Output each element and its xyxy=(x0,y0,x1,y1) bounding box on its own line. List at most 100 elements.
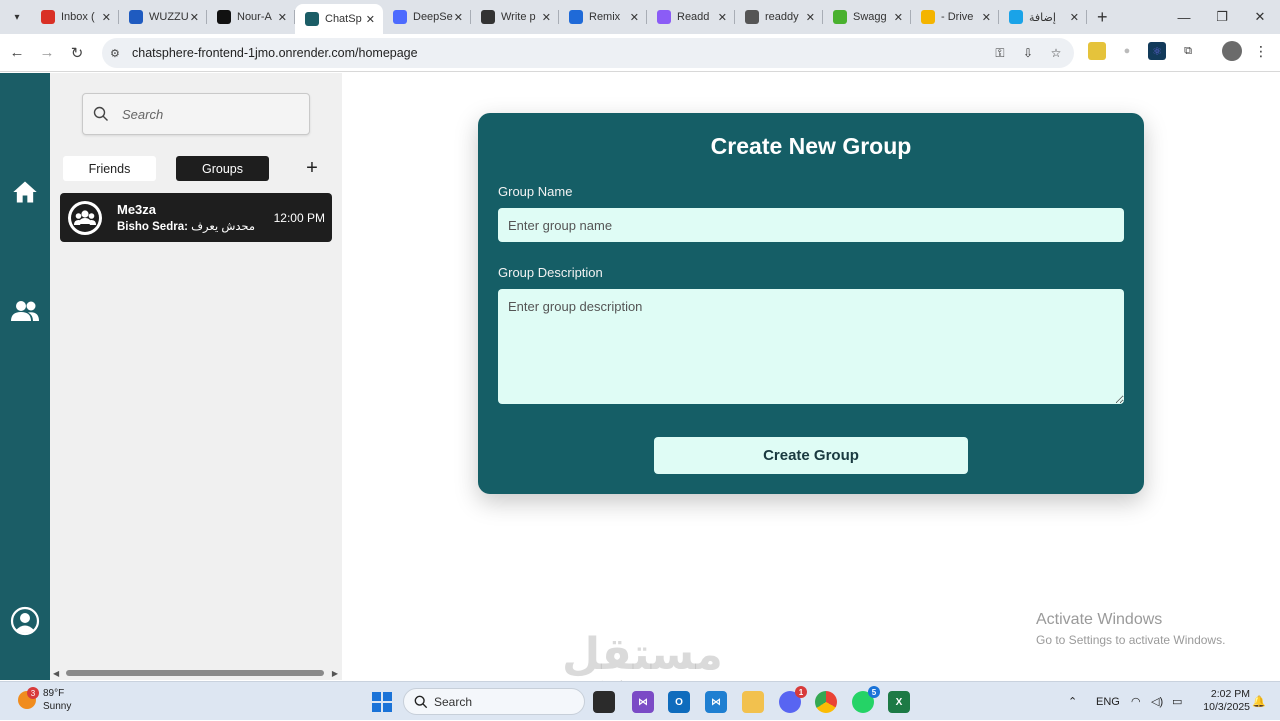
back-button[interactable]: ← xyxy=(4,40,30,66)
scroll-left-icon[interactable]: ◀ xyxy=(53,669,59,678)
extension-folder-icon[interactable] xyxy=(1088,42,1106,60)
browser-tab[interactable]: readdy ✕ xyxy=(735,0,823,34)
forward-button[interactable]: → xyxy=(34,40,60,66)
extensions-puzzle-icon[interactable]: ⧉ xyxy=(1179,42,1197,60)
watermark-text: مستقل xyxy=(562,629,723,680)
chat-list-item[interactable]: Me3za Bisho Sedra: محدش يعرف 12:00 PM xyxy=(60,193,332,242)
tab-groups[interactable]: Groups xyxy=(176,156,269,181)
battery-icon[interactable]: ▭ xyxy=(1172,682,1182,721)
browser-tab[interactable]: - Drive ✕ xyxy=(911,0,999,34)
search-input[interactable] xyxy=(122,106,292,122)
home-icon[interactable] xyxy=(10,177,40,207)
browser-menu-icon[interactable]: ⋮ xyxy=(1252,42,1270,60)
temperature: 89°F xyxy=(43,688,65,699)
taskbar-search[interactable]: Search xyxy=(403,688,585,715)
reload-button[interactable]: ↻ xyxy=(64,40,90,66)
gmail-icon xyxy=(41,10,55,24)
site-info-icon[interactable]: ⚙ xyxy=(110,47,126,60)
activate-subtitle: Go to Settings to activate Windows. xyxy=(1036,633,1226,647)
browser-tab[interactable]: ChatSp ✕ xyxy=(295,4,383,34)
visual-studio-icon[interactable]: ⋈ xyxy=(632,691,654,713)
close-tab-icon[interactable]: ✕ xyxy=(366,13,375,26)
tab-strip: Inbox (✕ WUZZU ✕ Nour-A ✕ ChatSp ✕ DeepSe ✕ Write… xyxy=(31,0,1087,34)
create-group-button[interactable]: Create Group xyxy=(654,437,968,474)
browser-tab[interactable]: Readd ✕ xyxy=(647,0,735,34)
terminal-icon[interactable] xyxy=(593,691,615,713)
weather-widget[interactable]: 3 89°F Sunny xyxy=(18,687,71,713)
nav-rail xyxy=(0,73,50,680)
browser-tab[interactable]: Remix ✕ xyxy=(559,0,647,34)
file-explorer-icon[interactable] xyxy=(742,691,764,713)
close-tab-icon[interactable]: ✕ xyxy=(894,11,903,24)
horizontal-scrollbar[interactable]: ◀ ▶ xyxy=(50,667,342,680)
outlook-icon[interactable]: O xyxy=(668,691,690,713)
chrome-icon[interactable] xyxy=(815,691,837,713)
close-tab-icon[interactable]: ✕ xyxy=(630,11,639,24)
close-tab-icon[interactable]: ✕ xyxy=(718,11,727,24)
tab-search-menu-button[interactable]: ▾ xyxy=(7,7,27,27)
taskbar-search-icon xyxy=(414,695,428,708)
globe-icon xyxy=(745,10,759,24)
close-tab-icon[interactable]: ✕ xyxy=(190,11,199,24)
chatgpt-icon xyxy=(481,10,495,24)
notification-bell-icon[interactable]: 🔔 xyxy=(1252,682,1266,721)
browser-tab[interactable]: Inbox (✕ xyxy=(31,0,119,34)
group-description-textarea[interactable] xyxy=(498,289,1124,404)
browser-tab-label: readdy xyxy=(765,11,799,23)
close-tab-icon[interactable]: ✕ xyxy=(542,11,551,24)
search-icon xyxy=(93,106,108,121)
omnibox[interactable]: ⚙ chatsphere-frontend-1jmo.onrender.com/… xyxy=(102,38,1074,68)
chatsphere-icon xyxy=(305,12,319,26)
browser-tab[interactable]: DeepSe ✕ xyxy=(383,0,471,34)
close-tab-icon[interactable]: ✕ xyxy=(454,11,463,24)
bookmark-star-icon[interactable]: ☆ xyxy=(1048,45,1064,61)
tab-friends[interactable]: Friends xyxy=(63,156,156,181)
close-window-button[interactable]: ✕ xyxy=(1240,0,1280,34)
windows-taskbar: 3 89°F Sunny Search ⋈ O ⋈ 1 5 X ⌃ ENG ◠ … xyxy=(0,681,1280,720)
profile-avatar[interactable] xyxy=(1222,41,1242,61)
close-tab-icon[interactable]: ✕ xyxy=(806,11,815,24)
group-name-input[interactable] xyxy=(498,208,1124,242)
chat-message-text: محدش يعرف xyxy=(191,221,256,233)
volume-icon[interactable]: ◁) xyxy=(1151,682,1163,721)
password-key-icon[interactable]: ⚿ xyxy=(992,45,1008,61)
language-indicator[interactable]: ENG xyxy=(1096,682,1120,721)
tray-overflow-icon[interactable]: ⌃ xyxy=(1068,682,1077,721)
close-tab-icon[interactable]: ✕ xyxy=(102,11,111,24)
browser-tab[interactable]: Swagg ✕ xyxy=(823,0,911,34)
whatsapp-icon[interactable]: 5 xyxy=(852,686,880,713)
browser-tab[interactable]: Write p ✕ xyxy=(471,0,559,34)
drive-icon xyxy=(921,10,935,24)
system-clock[interactable]: 2:02 PM 10/3/2025 xyxy=(1190,688,1250,714)
close-tab-icon[interactable]: ✕ xyxy=(278,11,287,24)
install-app-icon[interactable]: ⇩ xyxy=(1020,45,1036,61)
windows-start-icon[interactable] xyxy=(372,692,392,712)
add-button[interactable]: + xyxy=(302,156,322,181)
browser-tab-label: Nour-A xyxy=(237,11,272,23)
scrollbar-thumb[interactable] xyxy=(66,670,324,676)
scroll-right-icon[interactable]: ▶ xyxy=(332,669,338,678)
close-tab-icon[interactable]: ✕ xyxy=(1070,11,1079,24)
extension-ghost-icon[interactable]: ● xyxy=(1118,42,1136,60)
new-tab-button[interactable]: + xyxy=(1097,7,1108,28)
browser-tab[interactable]: إضافة ✕ xyxy=(999,0,1087,34)
clock-time: 2:02 PM xyxy=(1210,688,1250,700)
minimize-button[interactable]: — xyxy=(1164,0,1204,34)
people-icon[interactable] xyxy=(10,296,40,326)
browser-tab-bar: ▾ Inbox (✕ WUZZU ✕ Nour-A ✕ ChatSp ✕ DeepSe ✕ Wri… xyxy=(0,0,1280,34)
chat-list-panel: Friends Groups + Me3za Bisho Sedra: محدش… xyxy=(50,73,342,680)
url-text[interactable]: chatsphere-frontend-1jmo.onrender.com/ho… xyxy=(132,46,418,60)
close-tab-icon[interactable]: ✕ xyxy=(982,11,991,24)
wifi-icon[interactable]: ◠ xyxy=(1131,682,1141,721)
discord-icon[interactable]: 1 xyxy=(779,686,807,713)
browser-tab[interactable]: WUZZU ✕ xyxy=(119,0,207,34)
vscode-icon[interactable]: ⋈ xyxy=(705,691,727,713)
browser-tab-label: - Drive xyxy=(941,11,974,23)
browser-tab[interactable]: Nour-A ✕ xyxy=(207,0,295,34)
excel-icon[interactable]: X xyxy=(888,691,910,713)
maximize-button[interactable]: ❐ xyxy=(1202,0,1242,34)
profile-icon[interactable] xyxy=(10,606,40,636)
extension-react-icon[interactable]: ⚛ xyxy=(1148,42,1166,60)
activate-title: Activate Windows xyxy=(1036,611,1163,628)
search-box xyxy=(82,93,310,135)
